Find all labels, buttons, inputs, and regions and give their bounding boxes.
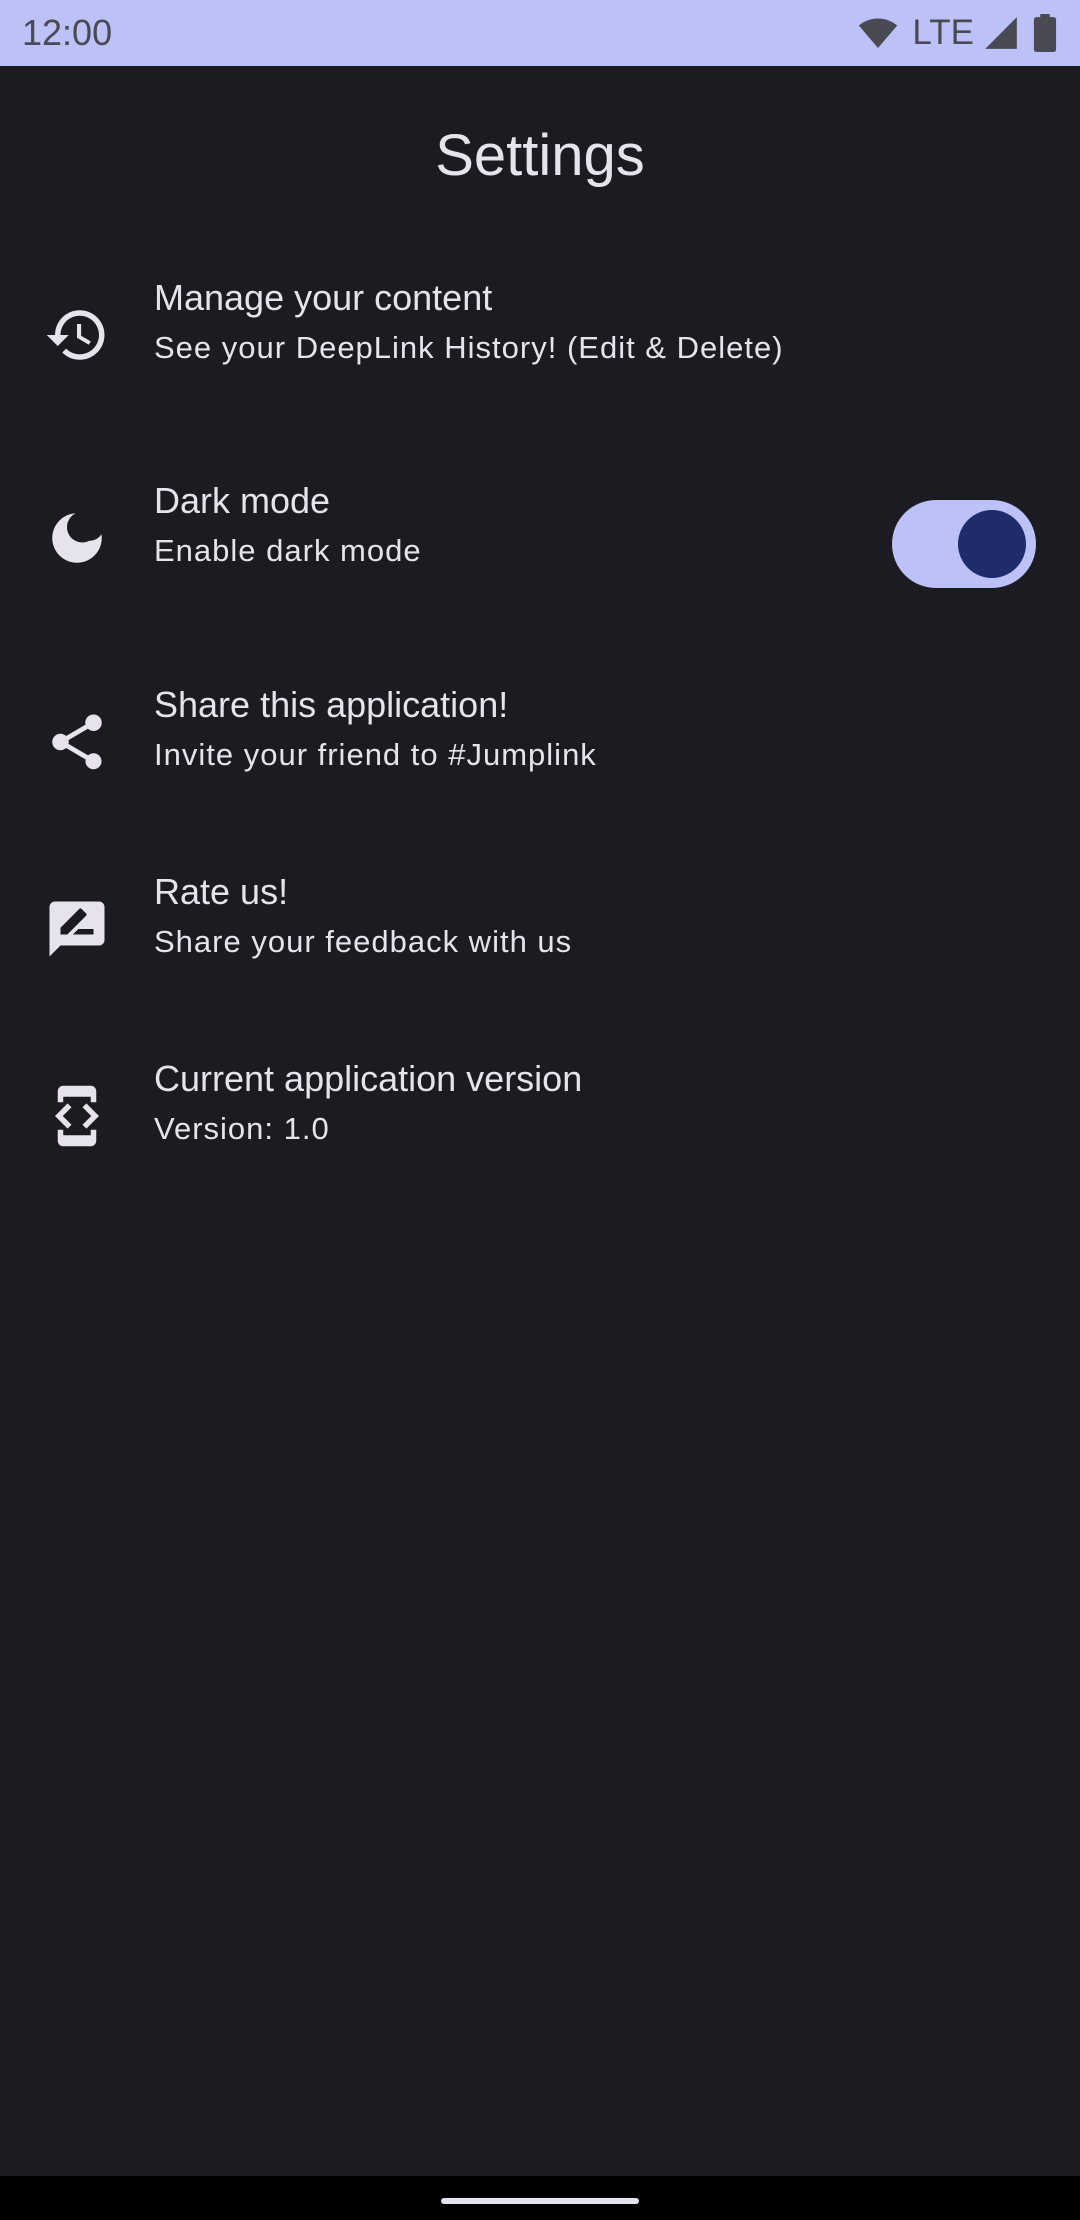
setting-title: Rate us! [154, 871, 289, 912]
setting-subtitle: Enable dark mode [154, 533, 422, 568]
network-type: LTE [912, 13, 974, 52]
setting-subtitle: Version: 1.0 [154, 1111, 330, 1146]
rate-review-icon [44, 896, 110, 962]
status-bar: 12:00 LTE [0, 0, 1080, 66]
setting-dark-mode[interactable]: Dark mode Enable dark mode [0, 458, 1080, 618]
setting-app-version[interactable]: Current application version Version: 1.0 [0, 1036, 1080, 1196]
cellular-signal-icon [982, 14, 1020, 52]
history-icon [44, 302, 110, 368]
setting-subtitle: Share your feedback with us [154, 924, 573, 959]
setting-share-app[interactable]: Share this application! Invite your frie… [0, 662, 1080, 822]
developer-mode-icon [44, 1083, 110, 1149]
page-title: Settings [435, 123, 645, 188]
wifi-icon [856, 13, 900, 53]
toggle-thumb [958, 510, 1026, 578]
setting-title: Current application version [154, 1058, 583, 1099]
status-icons: LTE [856, 12, 1058, 54]
status-time: 12:00 [22, 12, 113, 53]
setting-title: Manage your content [154, 277, 493, 318]
setting-rate-us[interactable]: Rate us! Share your feedback with us [0, 849, 1080, 1009]
dark-mode-toggle[interactable] [892, 500, 1036, 588]
setting-manage-content[interactable]: Manage your content See your DeepLink Hi… [0, 255, 1080, 415]
moon-icon [44, 505, 110, 571]
setting-title: Dark mode [154, 480, 331, 521]
share-icon [44, 709, 110, 775]
setting-subtitle: Invite your friend to #Jumplink [154, 737, 597, 772]
setting-subtitle: See your DeepLink History! (Edit & Delet… [154, 330, 784, 365]
setting-title: Share this application! [154, 684, 509, 725]
battery-icon [1032, 14, 1058, 52]
home-gesture-handle[interactable] [441, 2198, 639, 2204]
navigation-bar [0, 2176, 1080, 2220]
settings-screen: 12:00 LTE Settings Manage your content S… [0, 0, 1080, 2220]
